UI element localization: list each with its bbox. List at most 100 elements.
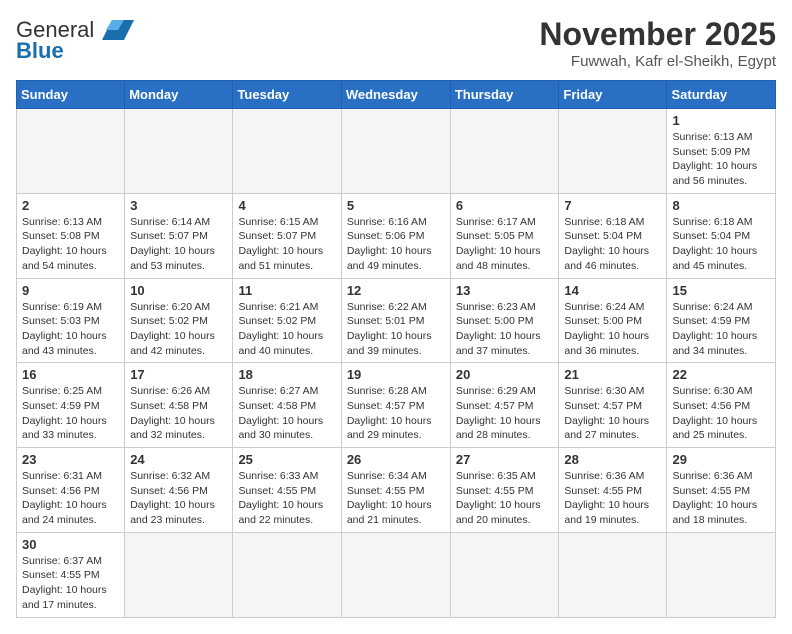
calendar-week-row: 1Sunrise: 6:13 AMSunset: 5:09 PMDaylight…: [17, 109, 776, 194]
day-number: 24: [130, 452, 227, 467]
day-number: 6: [456, 198, 554, 213]
day-info: Sunrise: 6:14 AMSunset: 5:07 PMDaylight:…: [130, 215, 227, 274]
day-number: 11: [238, 283, 335, 298]
weekday-header-cell: Saturday: [667, 81, 776, 109]
day-info: Sunrise: 6:30 AMSunset: 4:56 PMDaylight:…: [672, 384, 770, 443]
weekday-header-cell: Wednesday: [341, 81, 450, 109]
weekday-header-cell: Thursday: [450, 81, 559, 109]
calendar-day-cell: 11 Sunrise: 6:21 AMSunset: 5:02 PMDayligh…: [233, 278, 341, 363]
day-number: 25: [238, 452, 335, 467]
calendar-day-cell: 13 Sunrise: 6:23 AMSunset: 5:00 PMDayligh…: [450, 278, 559, 363]
day-info: Sunrise: 6:17 AMSunset: 5:05 PMDaylight:…: [456, 215, 554, 274]
day-number: 20: [456, 367, 554, 382]
day-info: Sunrise: 6:26 AMSunset: 4:58 PMDaylight:…: [130, 384, 227, 443]
day-number: 13: [456, 283, 554, 298]
weekday-header-cell: Friday: [559, 81, 667, 109]
day-number: 10: [130, 283, 227, 298]
day-info: Sunrise: 6:34 AMSunset: 4:55 PMDaylight:…: [347, 469, 445, 528]
calendar-day-cell: 4 Sunrise: 6:15 AMSunset: 5:07 PMDaylight…: [233, 193, 341, 278]
calendar-day-cell: [559, 532, 667, 617]
day-info: Sunrise: 6:35 AMSunset: 4:55 PMDaylight:…: [456, 469, 554, 528]
calendar-day-cell: [17, 109, 125, 194]
calendar: SundayMondayTuesdayWednesdayThursdayFrid…: [16, 80, 776, 618]
calendar-day-cell: [341, 109, 450, 194]
calendar-day-cell: [233, 109, 341, 194]
day-number: 17: [130, 367, 227, 382]
calendar-day-cell: 20Sunrise: 6:29 AMSunset: 4:57 PMDayligh…: [450, 363, 559, 448]
title-area: November 2025 Fuwwah, Kafr el-Sheikh, Eg…: [539, 16, 776, 70]
calendar-day-cell: 22 Sunrise: 6:30 AMSunset: 4:56 PMDayligh…: [667, 363, 776, 448]
day-info: Sunrise: 6:13 AMSunset: 5:09 PMDaylight:…: [672, 130, 770, 189]
day-number: 27: [456, 452, 554, 467]
day-info: Sunrise: 6:18 AMSunset: 5:04 PMDaylight:…: [564, 215, 661, 274]
day-info: Sunrise: 6:16 AMSunset: 5:06 PMDaylight:…: [347, 215, 445, 274]
calendar-day-cell: 28Sunrise: 6:36 AMSunset: 4:55 PMDayligh…: [559, 448, 667, 533]
day-number: 2: [22, 198, 119, 213]
calendar-day-cell: 18 Sunrise: 6:27 AMSunset: 4:58 PMDayligh…: [233, 363, 341, 448]
calendar-day-cell: 14Sunrise: 6:24 AMSunset: 5:00 PMDayligh…: [559, 278, 667, 363]
calendar-body: 1Sunrise: 6:13 AMSunset: 5:09 PMDaylight…: [17, 109, 776, 618]
day-number: 4: [238, 198, 335, 213]
calendar-week-row: 9Sunrise: 6:19 AMSunset: 5:03 PMDaylight…: [17, 278, 776, 363]
logo-blue: Blue: [16, 38, 64, 64]
day-number: 19: [347, 367, 445, 382]
calendar-day-cell: 2Sunrise: 6:13 AMSunset: 5:08 PMDaylight…: [17, 193, 125, 278]
day-number: 30: [22, 537, 119, 552]
calendar-day-cell: 21 Sunrise: 6:30 AMSunset: 4:57 PMDayligh…: [559, 363, 667, 448]
day-number: 18: [238, 367, 335, 382]
day-info: Sunrise: 6:30 AMSunset: 4:57 PMDaylight:…: [564, 384, 661, 443]
calendar-day-cell: 24 Sunrise: 6:32 AMSunset: 4:56 PMDayligh…: [125, 448, 233, 533]
weekday-header-cell: Sunday: [17, 81, 125, 109]
weekday-header-cell: Tuesday: [233, 81, 341, 109]
calendar-day-cell: 1Sunrise: 6:13 AMSunset: 5:09 PMDaylight…: [667, 109, 776, 194]
month-title: November 2025: [539, 16, 776, 53]
day-info: Sunrise: 6:23 AMSunset: 5:00 PMDaylight:…: [456, 300, 554, 359]
calendar-week-row: 23 Sunrise: 6:31 AMSunset: 4:56 PMDayligh…: [17, 448, 776, 533]
day-info: Sunrise: 6:27 AMSunset: 4:58 PMDaylight:…: [238, 384, 335, 443]
day-number: 15: [672, 283, 770, 298]
calendar-day-cell: [450, 532, 559, 617]
day-info: Sunrise: 6:36 AMSunset: 4:55 PMDaylight:…: [672, 469, 770, 528]
day-number: 12: [347, 283, 445, 298]
weekday-header-cell: Monday: [125, 81, 233, 109]
calendar-day-cell: 17 Sunrise: 6:26 AMSunset: 4:58 PMDayligh…: [125, 363, 233, 448]
day-number: 5: [347, 198, 445, 213]
calendar-day-cell: 25 Sunrise: 6:33 AMSunset: 4:55 PMDayligh…: [233, 448, 341, 533]
day-info: Sunrise: 6:22 AMSunset: 5:01 PMDaylight:…: [347, 300, 445, 359]
day-info: Sunrise: 6:32 AMSunset: 4:56 PMDaylight:…: [130, 469, 227, 528]
calendar-day-cell: 12 Sunrise: 6:22 AMSunset: 5:01 PMDayligh…: [341, 278, 450, 363]
calendar-day-cell: [233, 532, 341, 617]
day-info: Sunrise: 6:37 AMSunset: 4:55 PMDaylight:…: [22, 554, 119, 613]
logo-icon: [98, 16, 134, 44]
day-info: Sunrise: 6:25 AMSunset: 4:59 PMDaylight:…: [22, 384, 119, 443]
day-info: Sunrise: 6:21 AMSunset: 5:02 PMDaylight:…: [238, 300, 335, 359]
calendar-day-cell: 3Sunrise: 6:14 AMSunset: 5:07 PMDaylight…: [125, 193, 233, 278]
calendar-day-cell: [125, 532, 233, 617]
day-info: Sunrise: 6:19 AMSunset: 5:03 PMDaylight:…: [22, 300, 119, 359]
calendar-day-cell: [559, 109, 667, 194]
location-title: Fuwwah, Kafr el-Sheikh, Egypt: [539, 53, 776, 70]
day-number: 22: [672, 367, 770, 382]
day-info: Sunrise: 6:15 AMSunset: 5:07 PMDaylight:…: [238, 215, 335, 274]
day-info: Sunrise: 6:31 AMSunset: 4:56 PMDaylight:…: [22, 469, 119, 528]
day-info: Sunrise: 6:20 AMSunset: 5:02 PMDaylight:…: [130, 300, 227, 359]
calendar-day-cell: 15 Sunrise: 6:24 AMSunset: 4:59 PMDayligh…: [667, 278, 776, 363]
calendar-day-cell: 27 Sunrise: 6:35 AMSunset: 4:55 PMDayligh…: [450, 448, 559, 533]
calendar-day-cell: [450, 109, 559, 194]
day-number: 21: [564, 367, 661, 382]
day-number: 8: [672, 198, 770, 213]
calendar-day-cell: 16Sunrise: 6:25 AMSunset: 4:59 PMDayligh…: [17, 363, 125, 448]
day-info: Sunrise: 6:28 AMSunset: 4:57 PMDaylight:…: [347, 384, 445, 443]
calendar-day-cell: 19 Sunrise: 6:28 AMSunset: 4:57 PMDayligh…: [341, 363, 450, 448]
calendar-day-cell: [341, 532, 450, 617]
logo: General Blue: [16, 16, 134, 64]
day-number: 26: [347, 452, 445, 467]
day-info: Sunrise: 6:33 AMSunset: 4:55 PMDaylight:…: [238, 469, 335, 528]
header: General Blue November 2025 Fuwwah, Kafr …: [16, 16, 776, 70]
day-number: 7: [564, 198, 661, 213]
day-number: 29: [672, 452, 770, 467]
calendar-day-cell: 7 Sunrise: 6:18 AMSunset: 5:04 PMDaylight…: [559, 193, 667, 278]
day-info: Sunrise: 6:24 AMSunset: 4:59 PMDaylight:…: [672, 300, 770, 359]
day-number: 23: [22, 452, 119, 467]
weekday-header-row: SundayMondayTuesdayWednesdayThursdayFrid…: [17, 81, 776, 109]
